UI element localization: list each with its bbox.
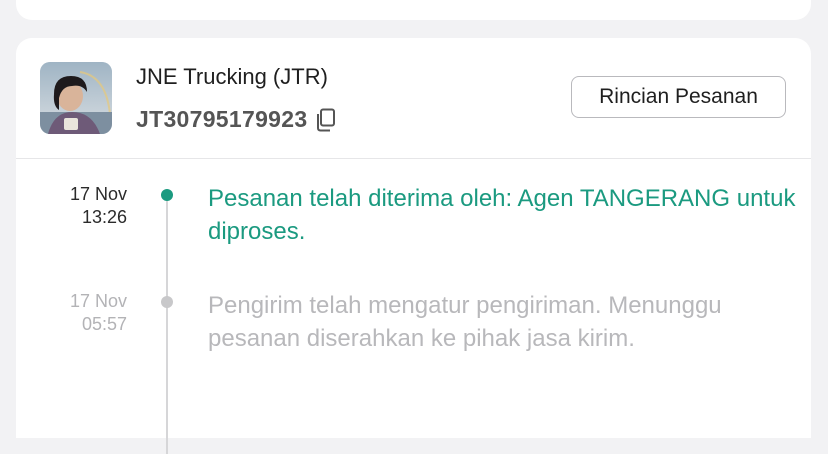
tracking-row: JT30795179923 <box>136 106 337 133</box>
order-details-button[interactable]: Rincian Pesanan <box>571 76 786 118</box>
event-date: 17 Nov <box>69 184 127 204</box>
event-description: Pengirim telah mengatur pengiriman. Menu… <box>208 292 722 352</box>
tracking-timeline: 17 Nov 13:26 Pesanan telah diterima oleh… <box>16 159 811 454</box>
event-timestamp: 17 Nov 13:26 <box>16 183 127 229</box>
avatar-image <box>40 62 112 134</box>
courier-avatar <box>40 62 112 134</box>
event-date: 17 Nov <box>69 291 127 311</box>
tracking-number: JT30795179923 <box>136 106 308 132</box>
courier-name: JNE Trucking (JTR) <box>136 64 328 89</box>
timeline-line <box>166 194 168 454</box>
event-time: 05:57 <box>81 314 127 334</box>
previous-card <box>16 0 811 20</box>
event-time: 13:26 <box>81 207 127 227</box>
shipment-header: JNE Trucking (JTR) JT30795179923 Rincian… <box>16 38 811 159</box>
event-dot-icon <box>161 189 173 201</box>
shipment-card: JNE Trucking (JTR) JT30795179923 Rincian… <box>16 38 811 454</box>
event-description: Pesanan telah diterima oleh: Agen TANGER… <box>208 185 796 245</box>
event-dot-icon <box>161 296 173 308</box>
copy-icon[interactable] <box>315 108 337 132</box>
event-timestamp: 17 Nov 05:57 <box>16 290 127 336</box>
